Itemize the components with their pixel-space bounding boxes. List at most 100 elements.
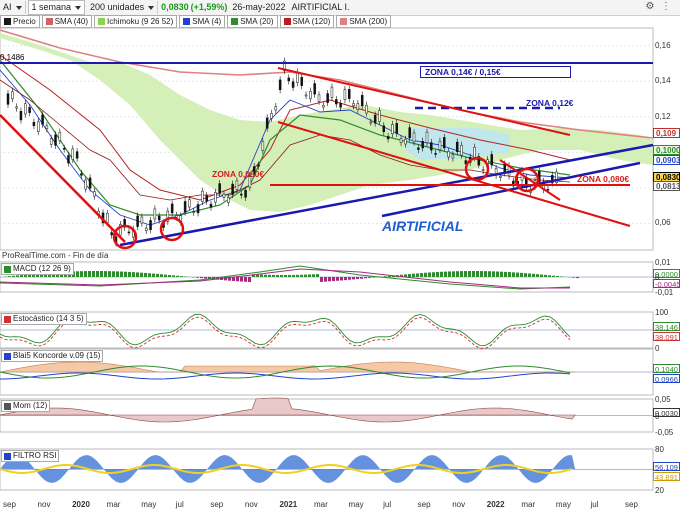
candle-body <box>136 215 139 227</box>
candle-body <box>378 110 381 122</box>
macd-histogram-bar <box>180 276 183 277</box>
candle-body <box>62 148 66 150</box>
panel-tick: 0 <box>655 273 660 282</box>
macd-histogram-bar <box>124 271 127 277</box>
macd-histogram-bar <box>176 275 179 277</box>
panel-tick: -0,01 <box>655 288 674 297</box>
macd-histogram-bar <box>368 277 371 278</box>
zone-012-label: ZONA 0,12€ <box>526 98 574 108</box>
candle-body <box>343 89 347 101</box>
panel-title[interactable]: Blai5 Koncorde v.09 (15) <box>1 350 104 362</box>
downtrend-line-left <box>0 114 126 243</box>
macd-histogram-bar <box>420 273 423 277</box>
panel-title[interactable]: FILTRO RSI <box>1 450 60 462</box>
x-axis-label: may <box>141 500 157 509</box>
candle-body <box>257 164 260 167</box>
macd-histogram-bar <box>24 274 27 277</box>
candle-body <box>106 213 109 223</box>
macd-histogram-bar <box>244 277 247 282</box>
macd-histogram-bar <box>576 277 579 279</box>
panel-title[interactable]: Mom (12) <box>1 400 51 412</box>
panel-tick: 80 <box>655 445 664 454</box>
macd-histogram-bar <box>260 274 263 277</box>
macd-histogram-bar <box>388 275 391 277</box>
macd-histogram-bar <box>312 274 315 277</box>
candle-body <box>395 123 398 134</box>
macd-histogram-bar <box>468 271 471 277</box>
macd-histogram-bar <box>484 271 487 277</box>
candle-body <box>71 148 75 160</box>
candle-body <box>386 136 390 140</box>
macd-histogram-bar <box>456 271 459 277</box>
panel-title-label: MACD (12 26 9) <box>13 264 71 273</box>
x-axis-label: sep <box>210 500 224 509</box>
candle-body <box>417 147 420 150</box>
price-tag: 0,0903 <box>653 155 680 165</box>
macd-histogram-bar <box>480 271 483 277</box>
x-axis-label: jul <box>383 500 392 509</box>
candle-body <box>149 220 152 231</box>
highlight-circle <box>159 216 185 242</box>
panel-title[interactable]: MACD (12 26 9) <box>1 263 74 275</box>
macd-histogram-bar <box>236 277 239 282</box>
macd-histogram-bar <box>460 271 463 277</box>
x-axis-label: sep <box>417 500 431 509</box>
candle-body <box>231 183 234 195</box>
macd-histogram-bar <box>440 271 443 277</box>
candle-body <box>447 151 450 158</box>
macd-histogram-bar <box>16 275 19 277</box>
panel-value-tag: 43,891 <box>653 471 680 482</box>
macd-histogram-bar <box>340 277 343 281</box>
candle-body <box>373 114 377 124</box>
macd-histogram-bar <box>572 277 575 278</box>
candle-body <box>88 177 92 189</box>
candle-body <box>335 99 338 105</box>
x-axis-label: 2020 <box>72 500 90 509</box>
x-axis-label: may <box>348 500 364 509</box>
macd-histogram-bar <box>416 273 419 277</box>
candle-body <box>58 131 62 141</box>
candle-body <box>209 203 213 208</box>
candle-body <box>382 125 386 133</box>
candle-body <box>84 179 87 190</box>
candle-body <box>265 117 269 129</box>
macd-histogram-bar <box>332 277 335 282</box>
candle-body <box>481 169 485 171</box>
panel-tick: 0,01 <box>655 258 671 267</box>
price-tag: 0,0813 <box>653 181 680 191</box>
macd-histogram-bar <box>432 272 435 277</box>
candle-body <box>546 189 550 191</box>
candle-body <box>192 211 195 213</box>
macd-histogram-bar <box>204 277 207 279</box>
panel-tick: 20 <box>655 486 664 495</box>
candle-body <box>425 131 429 144</box>
panel-tick: 0 <box>655 344 660 353</box>
x-axis-label: jul <box>175 500 184 509</box>
candle-body <box>32 121 36 127</box>
macd-histogram-bar <box>196 277 199 278</box>
candle-body <box>49 138 53 145</box>
candle-body <box>261 141 265 151</box>
macd-histogram-bar <box>428 272 431 277</box>
candle-body <box>183 201 187 213</box>
price-axis-label: 0,14 <box>655 76 671 86</box>
macd-histogram-bar <box>168 274 171 277</box>
x-axis-label: nov <box>37 500 51 509</box>
candle-body <box>455 141 459 152</box>
panel-title[interactable]: Estocástico (14 3 5) <box>1 313 87 325</box>
candle-body <box>80 173 83 176</box>
candle-body <box>235 180 239 190</box>
panel-value-tag: 56,109 <box>653 461 680 472</box>
candle-body <box>404 139 407 145</box>
macd-histogram-bar <box>516 272 519 277</box>
candle-body <box>196 204 200 214</box>
macd-histogram-bar <box>132 272 135 277</box>
macd-histogram-bar <box>276 274 279 277</box>
macd-histogram-bar <box>504 271 507 277</box>
candle-body <box>278 79 282 91</box>
macd-histogram-bar <box>444 271 447 277</box>
candle-body <box>222 193 226 198</box>
candle-body <box>443 137 446 149</box>
panel-value-tag: 38,146 <box>653 322 680 332</box>
chart-title: AIRTIFICIAL <box>382 218 464 234</box>
